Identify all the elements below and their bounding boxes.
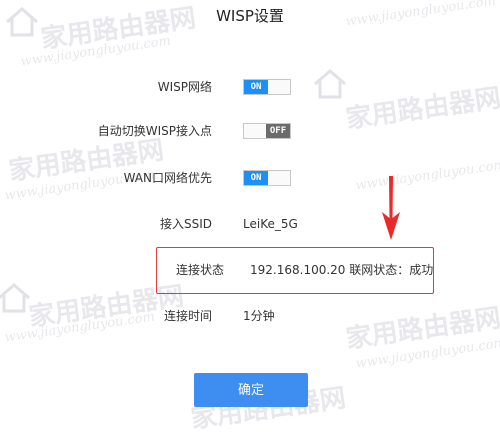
setting-label: 连接时间 [163,309,212,323]
setting-label: WAN口网络优先 [123,171,212,185]
setting-auto-switch: 自动切换WISP接入点 OFF [0,121,500,141]
arrow-down-icon [382,176,400,240]
setting-connection-status: 连接状态 192.168.100.20 联网状态：成功 [0,260,500,280]
wan-priority-toggle[interactable]: ON [243,170,291,186]
setting-ssid: 接入SSID LeiKe_5G [0,214,500,234]
setting-wisp-network: WISP网络 ON [0,77,500,97]
setting-label: 接入SSID [159,217,212,231]
toggle-state: ON [244,80,268,94]
wisp-network-toggle[interactable]: ON [243,79,291,95]
connection-status-value: 192.168.100.20 联网状态：成功 [250,263,434,277]
ssid-value: LeiKe_5G [243,217,298,231]
confirm-button[interactable]: 确定 [194,373,308,407]
auto-switch-toggle[interactable]: OFF [243,123,291,139]
toggle-state: ON [244,171,268,185]
setting-label: 自动切换WISP接入点 [97,124,212,138]
connection-time-value: 1分钟 [243,309,275,323]
watermark-url: www.jiayongluyou.com [19,33,172,70]
setting-wan-priority: WAN口网络优先 ON [0,168,500,188]
setting-label: 连接状态 [175,263,224,277]
page-title: WISP设置 [216,7,284,25]
setting-connection-time: 连接时间 1分钟 [0,306,500,326]
setting-label: WISP网络 [157,80,212,94]
watermark-url: www.jiayongluyou.com [354,335,500,372]
toggle-state: OFF [266,124,290,138]
